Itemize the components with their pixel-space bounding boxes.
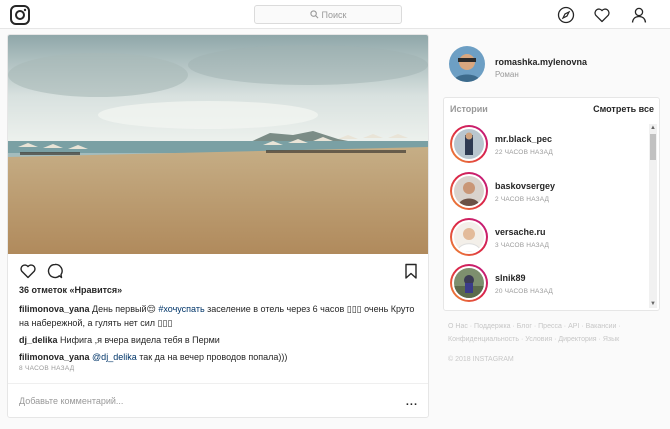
story-avatar bbox=[454, 222, 484, 253]
story-item[interactable]: baskovsergey 2 ЧАСОВ НАЗАД bbox=[450, 172, 630, 212]
heart-activity-icon[interactable] bbox=[593, 6, 611, 24]
post-photo-beach[interactable] bbox=[8, 35, 429, 254]
story-username[interactable]: slnik89 bbox=[495, 273, 526, 283]
comment-username[interactable]: filimonova_yana bbox=[19, 304, 90, 314]
post-actions bbox=[8, 259, 428, 281]
profile-icon[interactable] bbox=[630, 6, 648, 24]
bookmark-save-icon[interactable] bbox=[402, 262, 420, 280]
search-input[interactable]: Поиск bbox=[254, 5, 402, 24]
current-user-profile[interactable]: romashka.mylenovna Роман bbox=[449, 46, 659, 86]
stories-header: Истории Смотреть все bbox=[450, 104, 654, 114]
more-options-button[interactable]: ... bbox=[406, 396, 418, 408]
comment-username[interactable]: filimonova_yana bbox=[19, 352, 90, 362]
story-avatar bbox=[454, 268, 484, 298]
story-item[interactable]: versache.ru 3 ЧАСОВ НАЗАД bbox=[450, 218, 630, 258]
story-ring[interactable] bbox=[450, 264, 488, 302]
stories-panel: Истории Смотреть все mr.black_pec 22 ЧАС… bbox=[443, 97, 660, 311]
instagram-logo-icon[interactable] bbox=[10, 5, 30, 25]
story-ring[interactable] bbox=[450, 218, 488, 256]
search-icon bbox=[309, 10, 318, 19]
comment-username[interactable]: dj_delika bbox=[19, 335, 58, 345]
scrollbar-thumb[interactable] bbox=[650, 134, 656, 160]
story-ring[interactable] bbox=[450, 125, 488, 163]
see-all-stories-link[interactable]: Смотреть все bbox=[593, 104, 654, 114]
scroll-down-arrow-icon[interactable]: ▼ bbox=[649, 300, 657, 308]
stories-scrollbar[interactable]: ▲ ▼ bbox=[649, 124, 657, 308]
comment-item: dj_delika Нифига ,я вчера видела тебя в … bbox=[19, 333, 423, 347]
search-placeholder: Поиск bbox=[321, 9, 347, 20]
story-time: 22 ЧАСОВ НАЗАД bbox=[495, 149, 553, 156]
comment-hashtag[interactable]: #хочуспать bbox=[158, 304, 204, 314]
add-comment-input[interactable]: Добавьте комментарий... bbox=[19, 396, 123, 406]
like-heart-icon[interactable] bbox=[19, 262, 37, 280]
story-ring[interactable] bbox=[450, 172, 488, 210]
comment-mention[interactable]: @dj_delika bbox=[92, 352, 137, 362]
story-time: 3 ЧАСОВ НАЗАД bbox=[495, 242, 550, 249]
comment-text-rest: так да на вечер проводов попала))) bbox=[136, 352, 288, 362]
story-time: 20 ЧАСОВ НАЗАД bbox=[495, 288, 553, 295]
compass-explore-icon[interactable] bbox=[557, 6, 575, 24]
footer-links[interactable]: О Нас · Поддержка · Блог · Пресса · API … bbox=[448, 320, 658, 346]
comment-item: filimonova_yana @dj_delika так да на веч… bbox=[19, 350, 423, 364]
comment-item: filimonova_yana День первый😌 #хочуспать … bbox=[19, 302, 423, 330]
comment-bubble-icon[interactable] bbox=[46, 262, 64, 280]
story-username[interactable]: versache.ru bbox=[495, 227, 546, 237]
story-item[interactable]: slnik89 20 ЧАСОВ НАЗАД bbox=[450, 264, 630, 304]
scroll-up-arrow-icon[interactable]: ▲ bbox=[649, 124, 657, 132]
story-username[interactable]: mr.black_pec bbox=[495, 134, 552, 144]
comment-text: День первый😌 bbox=[92, 304, 159, 314]
feed-post: 36 отметок «Нравится» filimonova_yana Де… bbox=[7, 34, 429, 418]
story-item[interactable]: mr.black_pec 22 ЧАСОВ НАЗАД bbox=[450, 125, 630, 165]
top-navigation-bar: Поиск bbox=[0, 0, 670, 29]
story-time: 2 ЧАСОВ НАЗАД bbox=[495, 196, 550, 203]
user-avatar[interactable] bbox=[449, 46, 485, 82]
copyright-text: © 2018 INSTAGRAM bbox=[448, 356, 514, 363]
comment-text: Нифига ,я вчера видела тебя в Перми bbox=[60, 335, 220, 345]
likes-count[interactable]: 36 отметок «Нравится» bbox=[19, 285, 122, 295]
comments-list: filimonova_yana День первый😌 #хочуспать … bbox=[19, 302, 423, 367]
story-username[interactable]: baskovsergey bbox=[495, 181, 555, 191]
add-comment-section: Добавьте комментарий... ... bbox=[8, 383, 428, 417]
stories-title: Истории bbox=[450, 104, 488, 114]
profile-fullname: Роман bbox=[495, 70, 519, 79]
profile-username[interactable]: romashka.mylenovna bbox=[495, 57, 587, 67]
story-avatar bbox=[454, 176, 484, 206]
post-timestamp[interactable]: 8 ЧАСОВ НАЗАД bbox=[19, 365, 74, 372]
story-avatar bbox=[454, 129, 484, 159]
